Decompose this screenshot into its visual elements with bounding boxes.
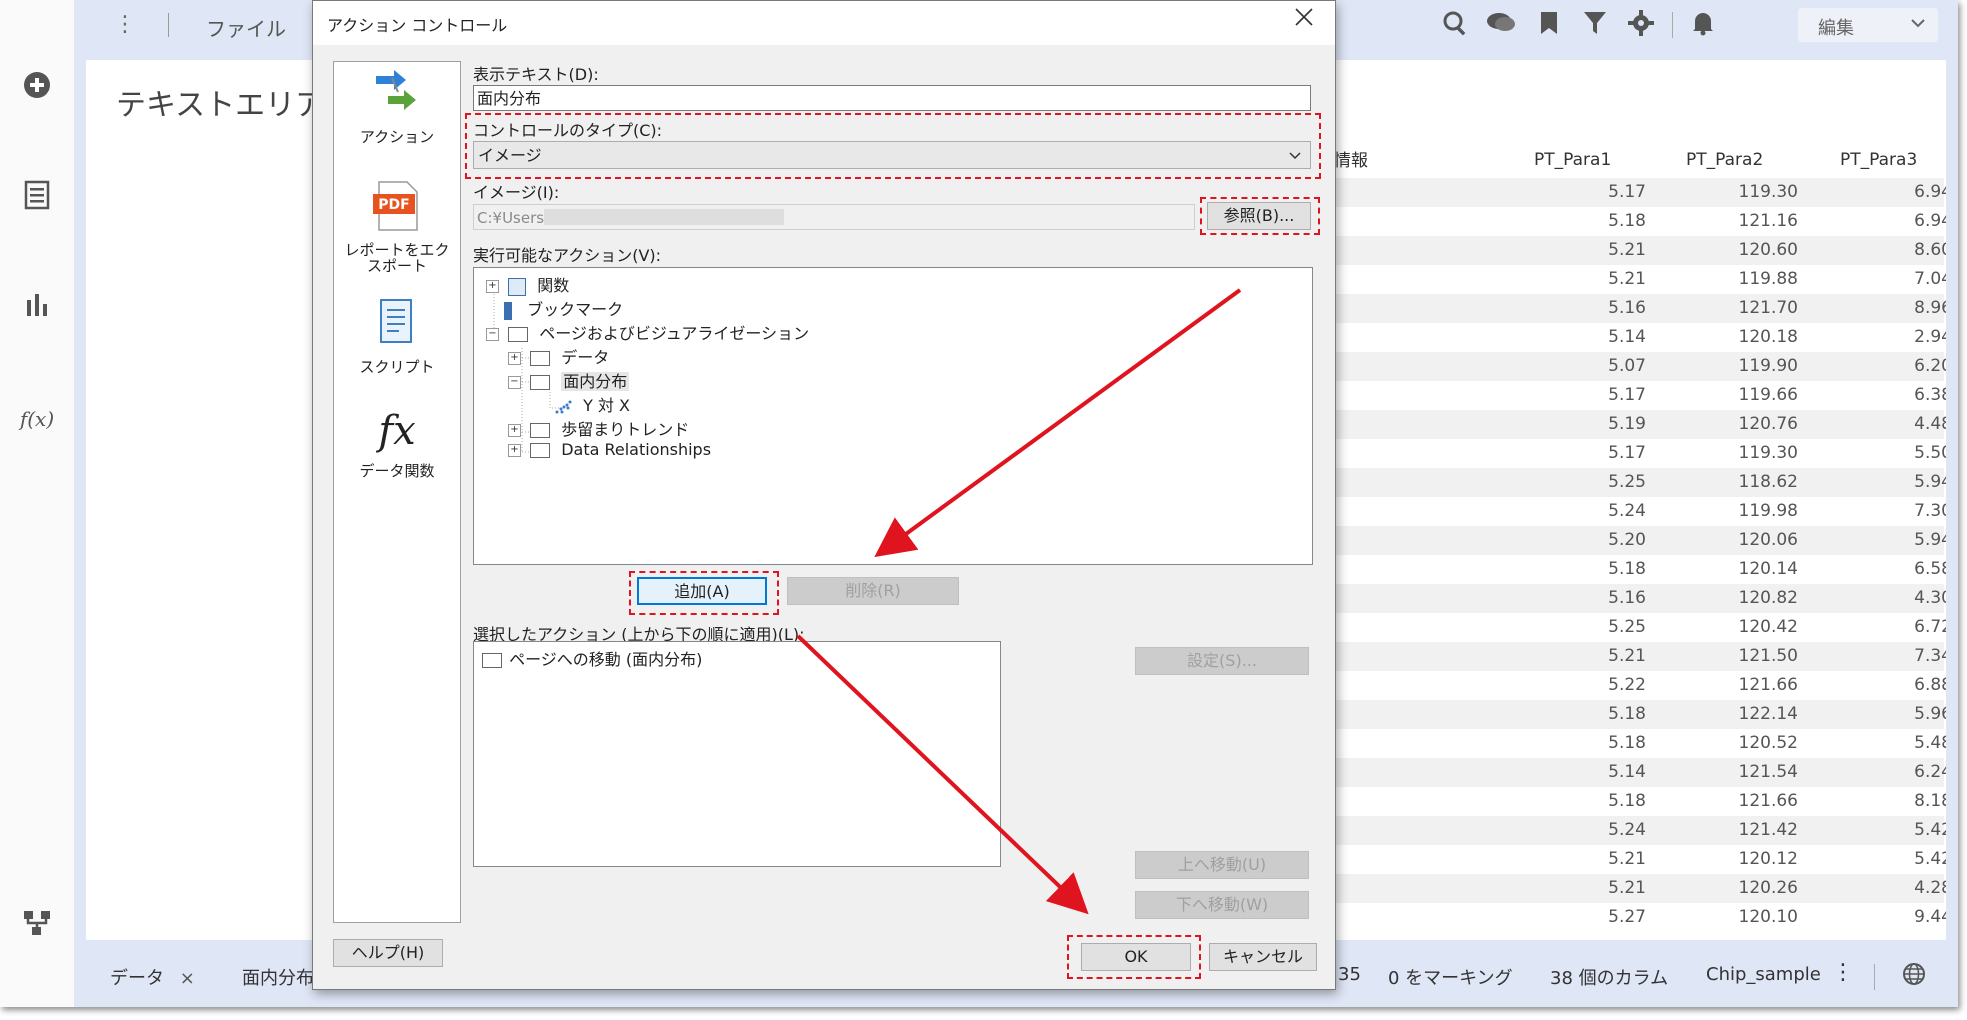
arrow-to-add xyxy=(874,288,1242,558)
app-window: f(x) ⋮ ファイル 編集 テキストエリア 情報 PT_Para1 PT_Pa… xyxy=(0,0,1958,1007)
annotation-arrows xyxy=(796,288,1242,915)
arrow-to-ok xyxy=(796,634,1089,915)
